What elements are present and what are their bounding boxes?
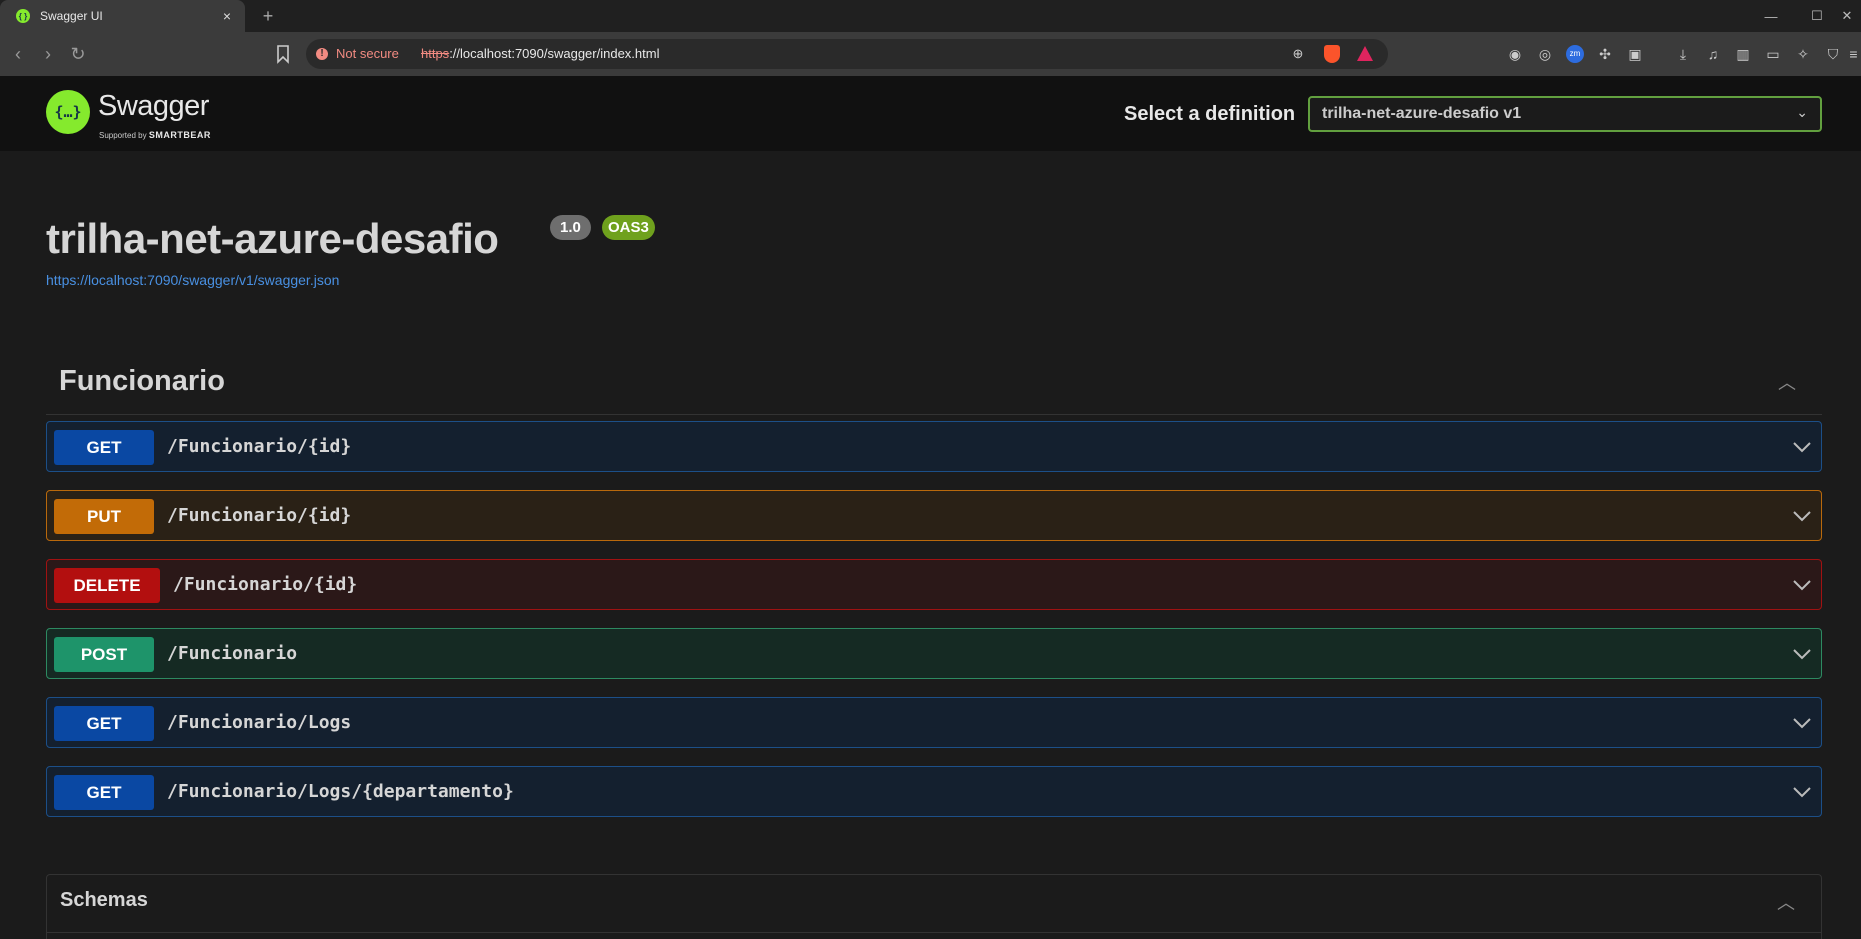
operation-path: /Funcionario — [167, 643, 298, 664]
operation-path: /Funcionario/{id} — [167, 505, 352, 526]
chevron-up-icon[interactable]: ︿ — [1777, 889, 1795, 915]
operation-delete-funcionario-id[interactable]: DELETE /Funcionario/{id} — [46, 559, 1822, 610]
operation-path: /Funcionario/{id} — [173, 574, 358, 595]
minimize-icon[interactable]: — — [1751, 0, 1791, 32]
swagger-favicon-icon: { } — [16, 9, 30, 23]
method-badge: DELETE — [54, 568, 160, 603]
oas-badge: OAS3 — [602, 215, 655, 240]
chevron-down-icon[interactable] — [1791, 712, 1813, 734]
url-scheme: https — [421, 46, 450, 61]
method-badge: GET — [54, 706, 154, 741]
brave-shields-icon[interactable] — [1324, 45, 1340, 63]
logo-text[interactable]: Swagger — [98, 90, 209, 123]
schemas-title: Schemas — [60, 889, 148, 911]
url-text[interactable]: https://localhost:7090/swagger/index.htm… — [421, 46, 659, 61]
select-definition-label: Select a definition — [1124, 103, 1296, 125]
password-manager-icon[interactable]: ◉ — [1506, 45, 1524, 63]
operation-path: /Funcionario/{id} — [167, 436, 352, 457]
not-secure-icon: ! — [316, 48, 328, 60]
logo-sub-brand: SMARTBEAR — [148, 130, 211, 140]
brave-rewards-icon[interactable] — [1357, 46, 1373, 61]
chevron-down-icon[interactable] — [1791, 436, 1813, 458]
wallet-icon[interactable]: ▭ — [1764, 45, 1782, 63]
operation-get-funcionario-id[interactable]: GET /Funcionario/{id} — [46, 421, 1822, 472]
operation-get-funcionario-logs[interactable]: GET /Funcionario/Logs — [46, 697, 1822, 748]
definition-select-value: trilha-net-azure-desafio v1 — [1322, 105, 1522, 122]
reload-icon[interactable]: ↻ — [68, 44, 88, 64]
schemas-section[interactable]: Schemas ︿ — [46, 874, 1822, 939]
maximize-icon[interactable]: ☐ — [1797, 0, 1837, 32]
extension-icon[interactable]: ◎ — [1536, 45, 1554, 63]
browser-tab[interactable]: { } Swagger UI × — [0, 0, 245, 32]
browser-toolbar: ‹ › ↻ ! Not secure https://localhost:709… — [0, 32, 1861, 76]
operation-path: /Funcionario/Logs — [167, 712, 352, 733]
swagger-topbar: {…} Swagger Supported by SMARTBEAR Selec… — [0, 76, 1861, 151]
tag-name: Funcionario — [59, 365, 225, 397]
media-icon[interactable]: ♫ — [1704, 45, 1722, 63]
swagger-logo-icon[interactable]: {…} — [46, 90, 90, 134]
spec-json-link[interactable]: https://localhost:7090/swagger/v1/swagge… — [46, 272, 339, 288]
zoom-extension-icon[interactable]: zm — [1566, 45, 1584, 63]
forward-icon[interactable]: › — [38, 44, 58, 64]
new-tab-icon[interactable]: + — [258, 6, 278, 26]
vpn-icon[interactable]: ⛉ — [1824, 45, 1842, 63]
operation-post-funcionario[interactable]: POST /Funcionario — [46, 628, 1822, 679]
address-bar[interactable]: ! Not secure https://localhost:7090/swag… — [306, 39, 1388, 69]
chevron-down-icon: ⌄ — [1796, 104, 1808, 120]
method-badge: PUT — [54, 499, 154, 534]
close-window-icon[interactable]: ✕ — [1833, 0, 1861, 32]
operation-path: /Funcionario/Logs/{departamento} — [167, 781, 514, 802]
zoom-icon[interactable]: ⊕ — [1290, 46, 1306, 62]
menu-icon[interactable]: ≡ — [1846, 45, 1861, 63]
tag-header-funcionario[interactable]: Funcionario ︿ — [46, 357, 1822, 415]
back-icon[interactable]: ‹ — [8, 44, 28, 64]
tab-title: Swagger UI — [40, 9, 103, 23]
url-rest: ://localhost:7090/swagger/index.html — [449, 46, 660, 61]
divider — [47, 932, 1821, 933]
chevron-down-icon[interactable] — [1791, 574, 1813, 596]
logo-subtitle: Supported by SMARTBEAR — [99, 130, 211, 140]
definition-select[interactable]: trilha-net-azure-desafio v1 ⌄ — [1308, 96, 1822, 132]
tab-close-icon[interactable]: × — [219, 8, 235, 24]
operation-get-funcionario-logs-departamento[interactable]: GET /Funcionario/Logs/{departamento} — [46, 766, 1822, 817]
api-title: trilha-net-azure-desafio — [46, 215, 499, 262]
method-badge: POST — [54, 637, 154, 672]
chevron-down-icon[interactable] — [1791, 781, 1813, 803]
not-secure-label[interactable]: Not secure — [336, 46, 399, 61]
logo-sub-prefix: Supported by — [99, 131, 147, 140]
method-badge: GET — [54, 430, 154, 465]
screenshot-icon[interactable]: ▣ — [1626, 45, 1644, 63]
bookmark-icon[interactable] — [274, 44, 292, 64]
sidebar-icon[interactable]: ▥ — [1734, 45, 1752, 63]
extensions-puzzle-icon[interactable]: ✣ — [1596, 45, 1614, 63]
operation-put-funcionario-id[interactable]: PUT /Funcionario/{id} — [46, 490, 1822, 541]
method-badge: GET — [54, 775, 154, 810]
chevron-up-icon[interactable]: ︿ — [1778, 369, 1796, 395]
chevron-down-icon[interactable] — [1791, 505, 1813, 527]
download-icon[interactable]: ⤓ — [1674, 45, 1692, 63]
chevron-down-icon[interactable] — [1791, 643, 1813, 665]
leo-ai-icon[interactable]: ✧ — [1794, 45, 1812, 63]
browser-tab-strip: { } Swagger UI × + — ☐ ✕ — [0, 0, 1861, 32]
version-badge: 1.0 — [550, 215, 591, 240]
